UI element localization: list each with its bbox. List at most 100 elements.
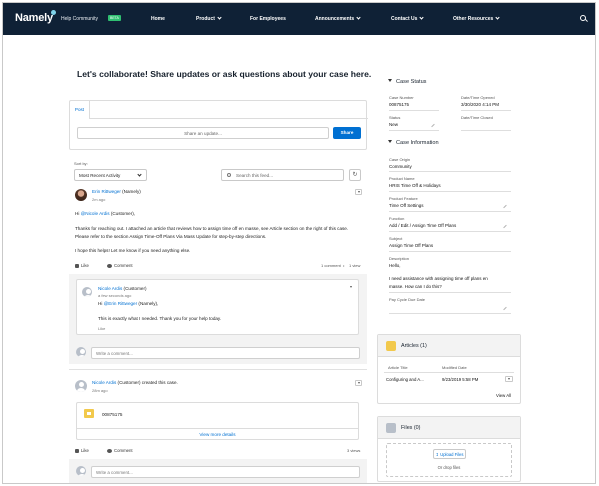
comment-button[interactable]: Comment (107, 263, 133, 268)
field-divider (389, 191, 511, 192)
nav-product[interactable]: Product (196, 15, 222, 22)
feed-search-placeholder: Search this feed... (236, 173, 274, 178)
edit-icon[interactable] (431, 123, 435, 128)
comment-greeting-suffix: (Namely), (137, 301, 159, 306)
comment-menu-button[interactable] (348, 285, 355, 291)
nav-for-employees-label: For Employees (250, 16, 286, 22)
case-record-name[interactable]: 00875175 (102, 412, 122, 417)
nav-contact-us[interactable]: Contact Us (391, 15, 425, 22)
row-action-button[interactable] (505, 376, 513, 382)
view-more-details-link[interactable]: View more details (77, 428, 358, 440)
like-icon (75, 264, 79, 268)
file-drop-zone[interactable]: ↥ Upload Files Or drop files (386, 443, 512, 477)
avatar[interactable] (75, 380, 87, 392)
nav-home[interactable]: Home (151, 16, 165, 22)
nav-for-employees[interactable]: For Employees (250, 16, 286, 22)
tab-post[interactable]: Post (70, 101, 90, 119)
tab-divider (90, 118, 368, 119)
avatar[interactable] (75, 189, 87, 201)
product-feature-value: Time Off Settings (389, 203, 424, 208)
help-community-label: Help Community (61, 16, 98, 22)
view-count: 1 view (349, 263, 361, 268)
comment-count[interactable]: 1 comment (321, 263, 341, 268)
article-title-header: Article Title (388, 365, 408, 370)
refresh-button[interactable]: ↻ (349, 169, 361, 181)
product-name-label: Product Name (389, 176, 415, 181)
views-separator: • (343, 263, 345, 268)
avatar (76, 347, 86, 357)
case-information-section[interactable]: Case Information (388, 140, 439, 146)
share-button[interactable]: Share (333, 127, 361, 139)
pay-cycle-label: Pay Cycle Due Date (389, 297, 426, 302)
publisher: Post Share an update... Share (69, 100, 368, 150)
mention-link[interactable]: @Nicole Ardis (81, 211, 110, 216)
write-comment-input[interactable]: Write a comment... (91, 466, 360, 478)
articles-header: Articles (1) (378, 335, 520, 357)
upload-files-label: Upload Files (440, 452, 464, 457)
search-icon[interactable] (580, 15, 586, 21)
chevron-down-icon (495, 15, 500, 20)
comment-label: Comment (114, 263, 133, 268)
post-author-link[interactable]: Erin Rittweger (92, 189, 121, 194)
logo-mark-icon (51, 10, 56, 15)
case-origin-value: Community (389, 164, 412, 169)
chevron-down-icon (356, 15, 361, 20)
case-status-section[interactable]: Case Status (388, 79, 426, 85)
post-timestamp[interactable]: 2m ago (92, 197, 105, 202)
post-author-line: Erin Rittweger (Namely) (92, 189, 141, 194)
post2-timestamp[interactable]: 28m ago (92, 388, 108, 393)
upload-files-button[interactable]: ↥ Upload Files (433, 449, 466, 459)
field-divider (461, 110, 511, 111)
post2-author-link[interactable]: Nicole Ardis (92, 380, 116, 385)
product-name-value: HRIS Time Off & Holidays (389, 183, 441, 188)
feed-search-input[interactable]: Search this feed... (221, 169, 344, 181)
field-divider (389, 130, 439, 131)
share-update-input[interactable]: Share an update... (77, 127, 329, 139)
chevron-down-icon (137, 172, 142, 177)
function-label: Function (389, 216, 405, 221)
sort-select[interactable]: Most Recent Activity (74, 169, 147, 181)
search-icon (227, 173, 231, 177)
comment-author-link[interactable]: Nicole Ardis (98, 286, 122, 291)
comment-button[interactable]: Comment (107, 448, 133, 453)
field-divider (389, 231, 511, 232)
app-frame: Namely Help Community BETA Home Product … (2, 2, 596, 484)
modified-date-header: Modified Date (442, 365, 467, 370)
field-divider (389, 110, 439, 111)
drop-files-text: Or drop files (437, 465, 461, 470)
page-title: Let's collaborate! Share updates or ask … (77, 69, 372, 79)
like-button[interactable]: Like (75, 263, 89, 268)
sort-select-value: Most Recent Activity (79, 173, 121, 178)
nav-announcements[interactable]: Announcements (315, 15, 361, 22)
sort-by-label: Sort by: (74, 161, 88, 166)
avatar (76, 466, 86, 476)
write-comment-input[interactable]: Write a comment... (91, 347, 360, 359)
product-feature-label: Product Feature (389, 196, 418, 201)
nav-contact-us-label: Contact Us (391, 16, 418, 22)
articles-title[interactable]: Articles (1) (401, 343, 427, 349)
comment-like-link[interactable]: Like (98, 326, 105, 331)
comment-timestamp[interactable]: a few seconds ago (98, 293, 131, 298)
edit-icon[interactable] (503, 204, 507, 209)
edit-icon[interactable] (503, 224, 507, 229)
nav-other-resources[interactable]: Other Resources (453, 15, 500, 22)
file-icon (386, 423, 396, 433)
article-icon (386, 341, 396, 351)
files-header: Files (0) (378, 417, 520, 439)
field-divider (389, 313, 511, 314)
subject-label: Subject (389, 236, 403, 241)
subject-value: Assign Time Off Plans (389, 243, 434, 248)
files-title[interactable]: Files (0) (401, 425, 420, 431)
article-row-link[interactable]: Configuring and A... (386, 377, 424, 382)
post-menu-button[interactable] (355, 380, 362, 386)
like-button[interactable]: Like (75, 448, 89, 453)
edit-icon[interactable] (503, 306, 507, 311)
field-divider (461, 130, 511, 131)
view-all-link[interactable]: View All (496, 393, 511, 398)
post-menu-button[interactable] (355, 189, 362, 195)
avatar[interactable] (82, 287, 92, 297)
mention-link[interactable]: @Erin Rittweger (104, 301, 138, 306)
comment-text: This is exactly what I needed. Thank you… (98, 316, 222, 321)
namely-logo[interactable]: Namely (15, 12, 53, 24)
nav-product-label: Product (196, 16, 215, 22)
